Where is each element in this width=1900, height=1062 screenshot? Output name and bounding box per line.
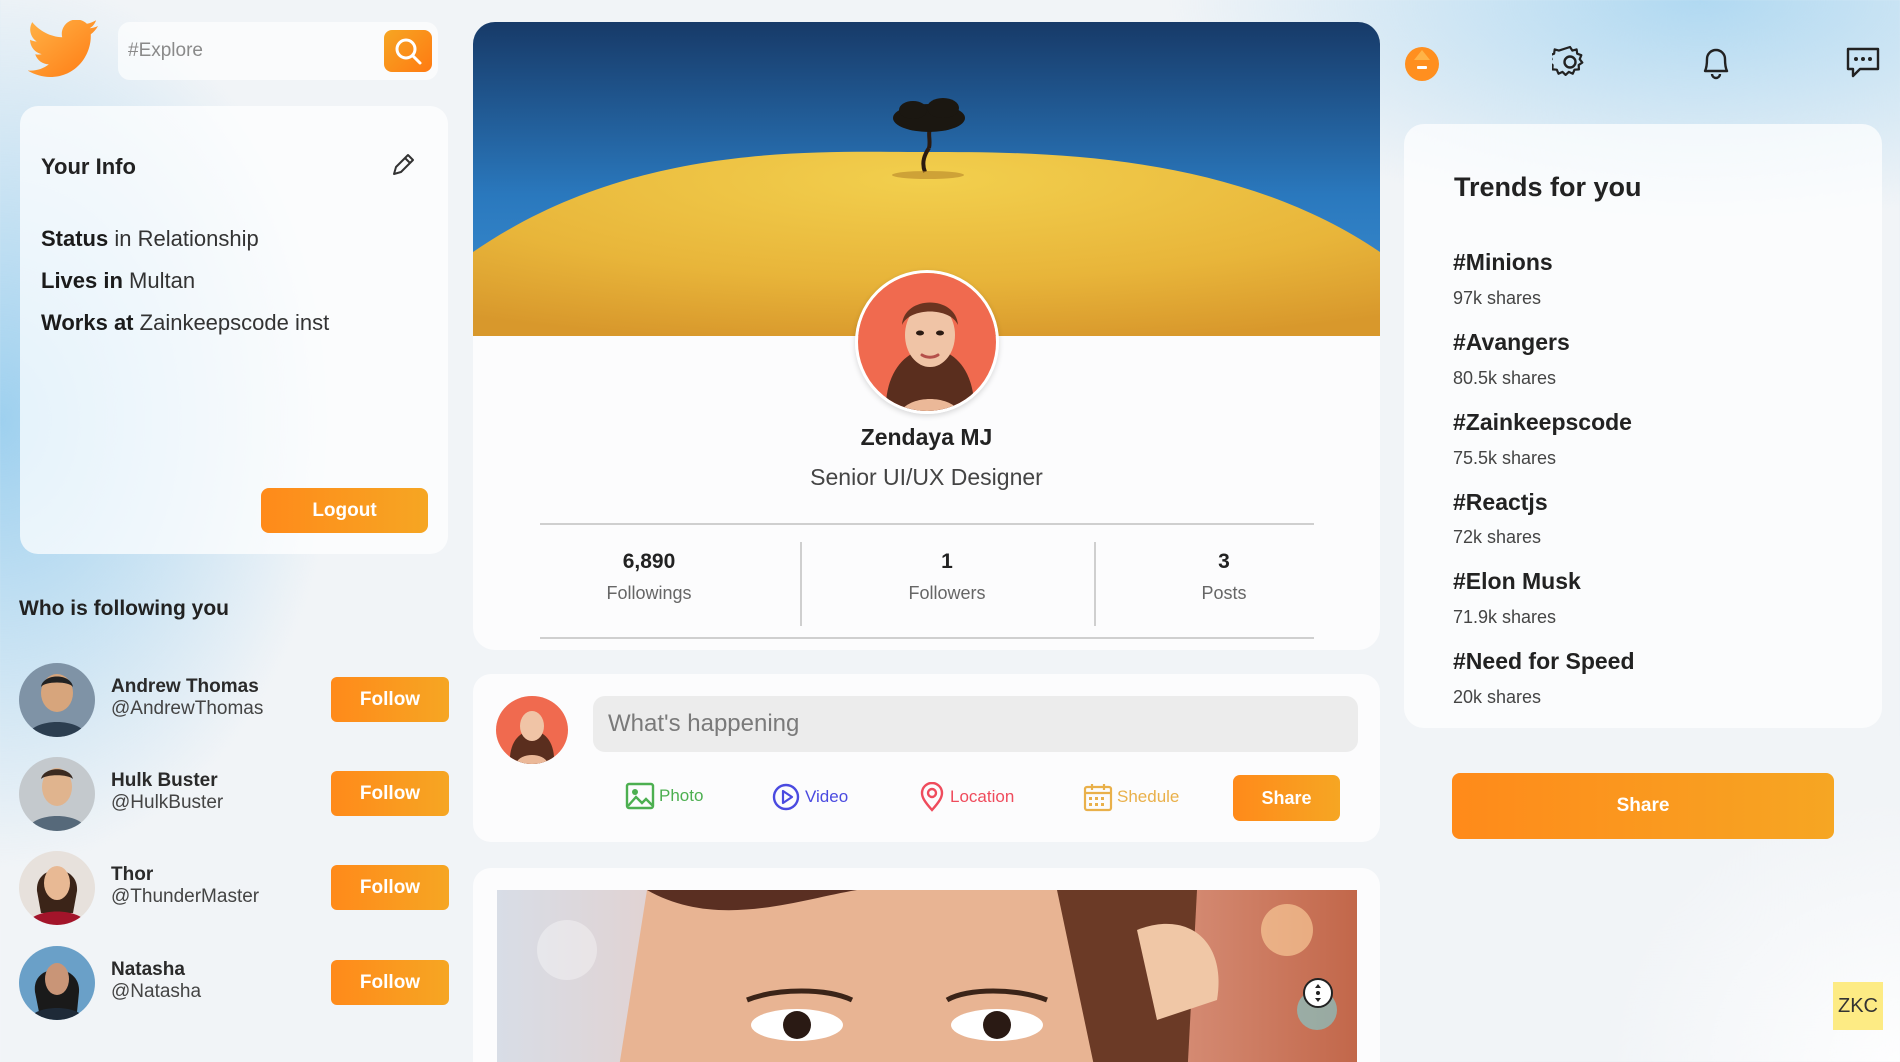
chat-icon[interactable] (1843, 42, 1883, 82)
location-icon (920, 782, 944, 812)
gear-icon[interactable] (1550, 42, 1590, 82)
follower-item: Natasha @Natasha Follow (19, 946, 449, 1020)
followers-title: Who is following you (19, 597, 229, 620)
trend-tag[interactable]: #Need for Speed (1453, 648, 1635, 675)
video-icon (772, 783, 800, 811)
stat-posts: 3 Posts (1201, 550, 1247, 603)
follow-button[interactable]: Follow (331, 865, 449, 910)
video-option[interactable]: Video (771, 782, 848, 812)
trend-shares: 75.5k shares (1453, 448, 1557, 468)
trend-shares: 72k shares (1453, 527, 1542, 547)
logo-icon[interactable] (27, 19, 100, 84)
follower-handle: @Natasha (111, 981, 202, 1002)
follower-handle: @HulkBuster (111, 792, 224, 813)
search-bar (118, 22, 438, 80)
trend-tag[interactable]: #Elon Musk (1453, 568, 1581, 595)
profile-name: Zendaya MJ (860, 424, 993, 450)
avatar[interactable] (19, 757, 95, 831)
logout-button[interactable]: Logout (261, 488, 428, 533)
post-composer: Photo Video Location Shedule Share (473, 674, 1380, 842)
photo-option[interactable]: Photo (625, 782, 703, 810)
info-location: Lives in Multan (41, 268, 196, 293)
trend-shares: 71.9k shares (1453, 607, 1557, 627)
post-image[interactable] (497, 890, 1357, 1062)
watermark-badge: ZKC (1833, 982, 1883, 1030)
follower-name: Natasha (111, 959, 185, 980)
search-button[interactable] (384, 30, 432, 72)
follower-item: Andrew Thomas @AndrewThomas Follow (19, 663, 449, 737)
info-status: Status in Relationship (41, 226, 259, 251)
profile-card: Zendaya MJ Senior UI/UX Designer 6,890 F… (473, 22, 1380, 650)
trend-tag[interactable]: #Reactjs (1453, 489, 1548, 516)
home-icon[interactable] (1402, 42, 1442, 82)
trend-shares: 97k shares (1453, 288, 1542, 308)
post-input[interactable] (593, 696, 1358, 752)
trend-shares: 20k shares (1453, 687, 1542, 707)
trend-tag[interactable]: #Avangers (1453, 329, 1570, 356)
divider (540, 523, 1314, 525)
bell-icon[interactable] (1696, 42, 1736, 82)
follower-handle: @AndrewThomas (111, 698, 264, 719)
stat-followers: 1 Followers (908, 550, 986, 603)
avatar[interactable] (496, 696, 568, 764)
trends-title: Trends for you (1454, 172, 1642, 202)
follower-name: Thor (111, 864, 154, 885)
avatar[interactable] (19, 663, 95, 737)
stat-followings: 6,890 Followings (606, 550, 692, 603)
profile-role: Senior UI/UX Designer (810, 464, 1043, 490)
pencil-icon[interactable] (388, 150, 418, 180)
schedule-option[interactable]: Shedule (1083, 782, 1179, 812)
trends-card: Trends for you #Minions 97k shares #Avan… (1404, 124, 1882, 728)
follower-item: Thor @ThunderMaster Follow (19, 851, 449, 925)
avatar[interactable] (19, 851, 95, 925)
trend-shares: 80.5k shares (1453, 368, 1557, 388)
follow-button[interactable]: Follow (331, 960, 449, 1005)
follower-handle: @ThunderMaster (111, 886, 260, 907)
follow-button[interactable]: Follow (331, 677, 449, 722)
divider (800, 542, 802, 626)
info-card: Your Info Status in Relationship Lives i… (20, 106, 448, 554)
photo-icon (625, 782, 655, 810)
follow-button[interactable]: Follow (331, 771, 449, 816)
follower-name: Andrew Thomas (111, 676, 259, 697)
divider (540, 637, 1314, 639)
more-options-icon[interactable] (1303, 978, 1333, 1008)
trend-tag[interactable]: #Minions (1453, 249, 1553, 276)
divider (1094, 542, 1096, 626)
calendar-icon (1083, 784, 1113, 812)
post-share-button[interactable]: Share (1233, 775, 1340, 821)
search-icon (395, 38, 422, 65)
avatar[interactable] (19, 946, 95, 1020)
follower-item: Hulk Buster @HulkBuster Follow (19, 757, 449, 831)
share-button[interactable]: Share (1452, 773, 1834, 839)
info-work: Works at Zainkeepscode inst (41, 310, 330, 335)
info-title: Your Info (41, 154, 136, 179)
follower-name: Hulk Buster (111, 770, 218, 791)
search-input[interactable] (128, 33, 368, 69)
trend-tag[interactable]: #Zainkeepscode (1453, 409, 1632, 436)
profile-avatar[interactable] (855, 270, 999, 414)
location-option[interactable]: Location (918, 782, 1014, 812)
feed-post (473, 868, 1380, 1062)
